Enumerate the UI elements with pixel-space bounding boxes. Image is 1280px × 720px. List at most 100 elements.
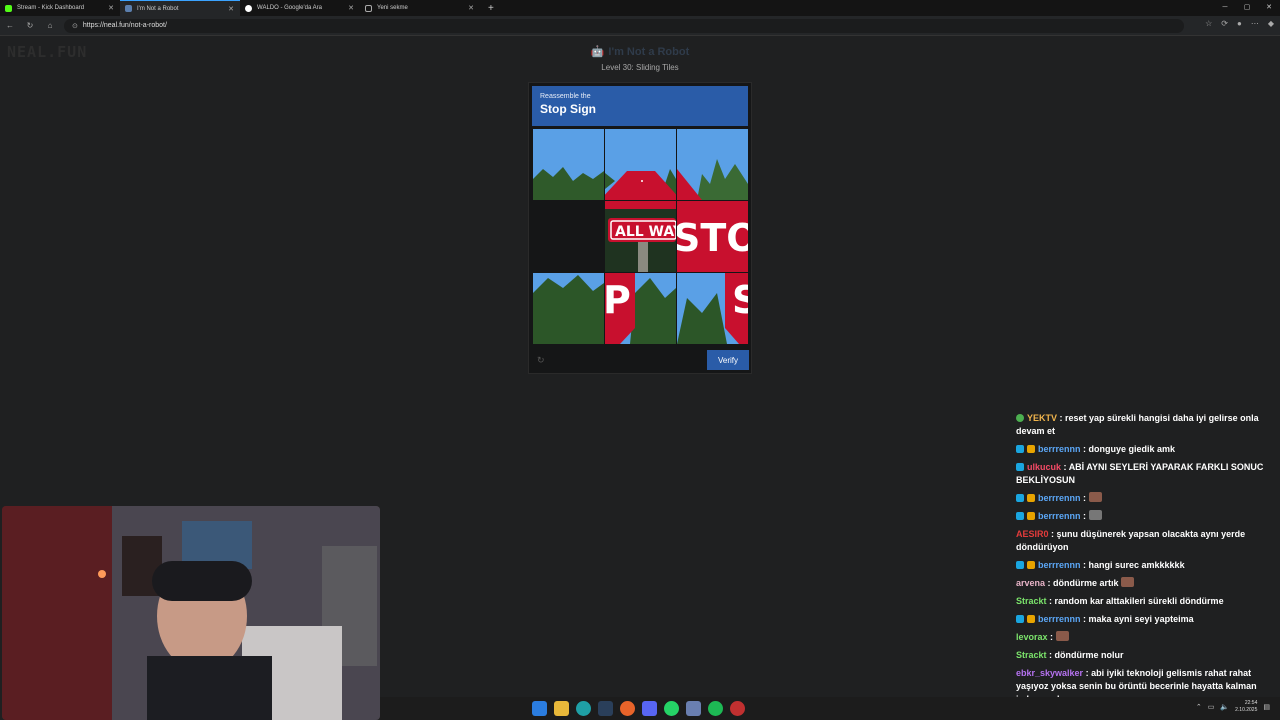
bookmark-star-icon[interactable]: ☆ xyxy=(1205,19,1212,28)
copilot-icon[interactable]: ◆ xyxy=(1268,19,1274,28)
obs-icon[interactable] xyxy=(730,701,745,716)
chat-username: arvena xyxy=(1016,578,1046,588)
steam-icon[interactable] xyxy=(598,701,613,716)
svg-text:P: P xyxy=(605,278,631,322)
robot-icon: 🤖 xyxy=(590,46,605,58)
emote-icon xyxy=(1055,631,1069,641)
chat-text: döndürme nolur xyxy=(1054,650,1124,660)
spotify-icon[interactable] xyxy=(708,701,723,716)
maximize-icon[interactable]: ▢ xyxy=(1236,0,1258,16)
emote-icon xyxy=(1121,577,1135,587)
chat-text: donguye giedik amk xyxy=(1088,444,1176,454)
minimize-icon[interactable]: ─ xyxy=(1214,0,1236,16)
captcha-instruction: Reassemble the xyxy=(540,93,591,100)
clock[interactable]: 22:54 2.10.2025 xyxy=(1235,700,1257,714)
chat-message: Strackt : döndürme nolur xyxy=(1016,650,1124,660)
chat-username: YEKTV xyxy=(1027,413,1058,423)
puzzle-tile[interactable] xyxy=(677,129,748,200)
file-explorer-icon[interactable] xyxy=(554,701,569,716)
chat-username: berrrennn xyxy=(1038,444,1081,454)
volume-icon[interactable]: 🔈 xyxy=(1220,703,1229,711)
emote-icon xyxy=(1088,510,1102,520)
tab-kick-dashboard[interactable]: Stream - Kick Dashboard ✕ xyxy=(0,0,120,16)
browser-tab-bar: Stream - Kick Dashboard ✕ I'm Not a Robo… xyxy=(0,0,1280,16)
captcha-footer: ↻ Verify xyxy=(533,350,749,370)
url-text: https://neal.fun/not-a-robot/ xyxy=(82,22,167,29)
puzzle-tile[interactable]: P xyxy=(605,273,676,344)
chat-text: random kar alttakileri sürekli döndürme xyxy=(1054,596,1224,606)
menu-icon[interactable]: ⋯ xyxy=(1251,19,1259,28)
puzzle-tile[interactable] xyxy=(533,273,604,344)
puzzle-tile[interactable] xyxy=(605,129,676,200)
taskbar-apps xyxy=(532,701,745,716)
chat-message: AESIR0 : şunu düşünerek yapsan olacakta … xyxy=(1016,529,1246,552)
chat-message: berrrennn : hangi surec amkkkkkk xyxy=(1016,559,1280,572)
discord-icon[interactable] xyxy=(642,701,657,716)
subscriber-badge-icon xyxy=(1027,494,1035,502)
chat-text: hangi surec amkkkkkk xyxy=(1088,560,1185,570)
puzzle-tile[interactable]: S xyxy=(677,273,748,344)
close-icon[interactable]: ✕ xyxy=(228,5,234,13)
extensions-icon[interactable]: ⟳ xyxy=(1221,19,1228,28)
close-icon[interactable]: ✕ xyxy=(468,4,474,12)
chat-message: berrrennn : xyxy=(1016,510,1280,523)
new-tab-button[interactable]: + xyxy=(488,3,494,14)
chat-message: arvena : döndürme artık xyxy=(1016,577,1280,590)
home-icon[interactable]: ⌂ xyxy=(40,21,60,30)
page-icon xyxy=(365,4,372,12)
puzzle-tile[interactable] xyxy=(533,129,604,200)
page-title: 🤖 I'm Not a Robot xyxy=(0,45,1280,58)
tab-waldo-google[interactable]: WALDO - Google'da Ara ✕ xyxy=(240,0,360,16)
clock-date: 2.10.2025 xyxy=(1235,707,1258,713)
close-icon[interactable]: ✕ xyxy=(348,4,354,12)
subscriber-badge-icon xyxy=(1027,445,1035,453)
tab-title: Yeni sekme xyxy=(377,5,408,11)
close-icon[interactable]: ✕ xyxy=(108,4,114,12)
puzzle-tile[interactable]: STO xyxy=(677,201,748,272)
window-controls: ─ ▢ ✕ xyxy=(1214,0,1280,16)
chat-message: berrrennn : maka ayni seyi yapteima xyxy=(1016,613,1280,626)
app-icon[interactable] xyxy=(686,701,701,716)
badge-icon xyxy=(1016,414,1024,422)
chat-message: berrrennn : xyxy=(1016,492,1280,505)
chat-text: döndürme artık xyxy=(1053,578,1119,588)
system-tray: ⌃ ▭ 🔈 22:54 2.10.2025 ▤ xyxy=(1196,700,1270,714)
subscriber-badge-icon xyxy=(1027,512,1035,520)
captcha-widget: Reassemble the Stop Sign ALL WAY STO xyxy=(528,82,752,374)
address-bar: ← ↻ ⌂ ⊙ https://neal.fun/not-a-robot/ ☆ … xyxy=(0,16,1280,36)
tab-new-tab[interactable]: Yeni sekme ✕ xyxy=(360,0,480,16)
badge-icon xyxy=(1016,512,1024,520)
chat-text: şunu düşünerek yapsan olacakta aynı yerd… xyxy=(1016,529,1246,552)
tab-title: I'm Not a Robot xyxy=(137,5,179,12)
chat-username: Strackt xyxy=(1016,650,1047,660)
badge-icon xyxy=(1016,615,1024,623)
chevron-up-icon[interactable]: ⌃ xyxy=(1196,703,1202,711)
subscriber-badge-icon xyxy=(1027,615,1035,623)
verify-button[interactable]: Verify xyxy=(707,350,749,370)
puzzle-tile[interactable]: ALL WAY xyxy=(605,201,676,272)
notification-icon[interactable]: ▤ xyxy=(1263,703,1270,711)
firefox-icon[interactable] xyxy=(620,701,635,716)
browser-toolbar: ☆ ⟳ ● ⋯ ◆ xyxy=(1205,19,1274,28)
reload-icon[interactable]: ↻ xyxy=(20,21,40,30)
url-field[interactable]: ⊙ https://neal.fun/not-a-robot/ xyxy=(64,18,1184,33)
captcha-target: Stop Sign xyxy=(540,102,596,116)
chat-username: berrrennn xyxy=(1038,560,1081,570)
tab-title: WALDO - Google'da Ara xyxy=(257,5,322,11)
back-icon[interactable]: ← xyxy=(0,21,20,30)
chat-username: berrrennn xyxy=(1038,614,1081,624)
page-title-text: I'm Not a Robot xyxy=(608,46,690,58)
close-window-icon[interactable]: ✕ xyxy=(1258,0,1280,16)
edge-icon[interactable] xyxy=(576,701,591,716)
chat-message: YEKTV : reset yap sürekli hangisi daha i… xyxy=(1016,413,1259,436)
tab-not-a-robot[interactable]: I'm Not a Robot ✕ xyxy=(120,0,240,16)
whatsapp-icon[interactable] xyxy=(664,701,679,716)
captcha-header: Reassemble the Stop Sign xyxy=(532,86,748,126)
refresh-icon[interactable]: ↻ xyxy=(537,355,545,366)
profile-icon[interactable]: ● xyxy=(1237,19,1242,28)
start-icon[interactable] xyxy=(532,701,547,716)
site-info-icon[interactable]: ⊙ xyxy=(72,22,78,30)
level-label: Level 30: Sliding Tiles xyxy=(601,63,679,72)
network-icon[interactable]: ▭ xyxy=(1208,703,1215,711)
svg-text:ALL WAY: ALL WAY xyxy=(615,224,676,240)
